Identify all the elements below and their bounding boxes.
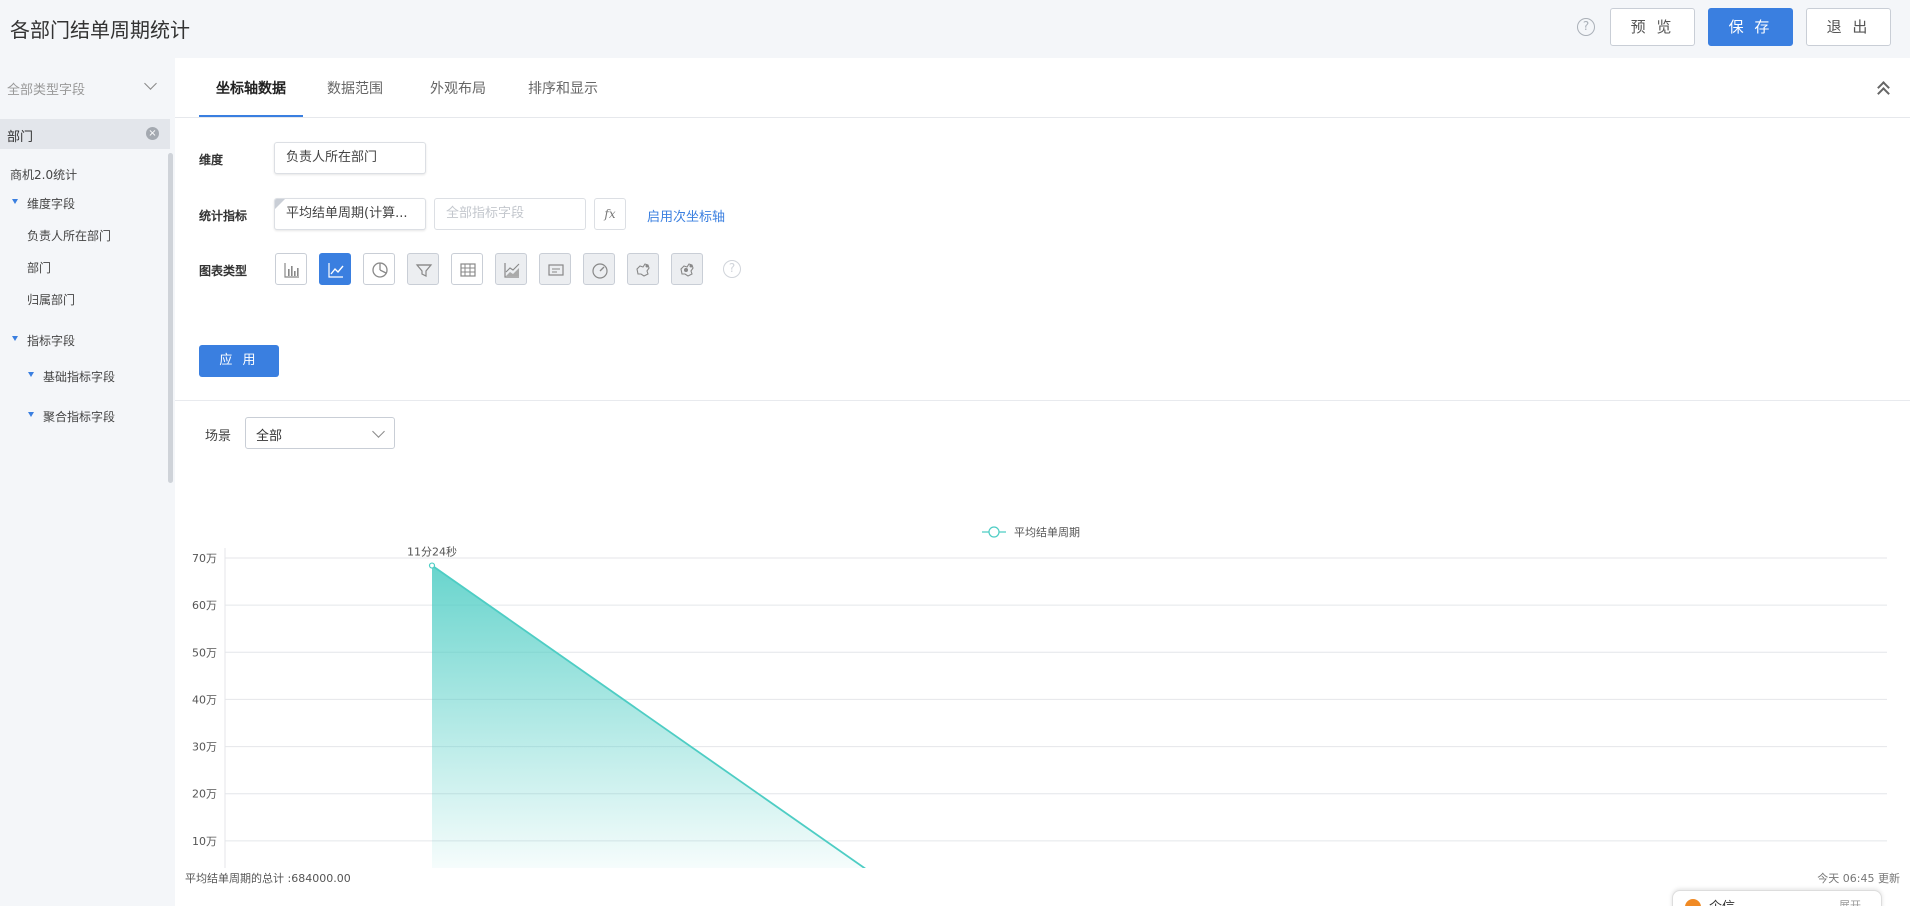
metric-label: 统计指标: [199, 209, 248, 223]
chart-legend[interactable]: 平均结单周期: [982, 526, 1080, 539]
formula-corner-icon: [275, 199, 285, 209]
apply-button[interactable]: 应 用: [199, 345, 279, 377]
area-chart-icon[interactable]: [495, 253, 527, 285]
caret-down-icon[interactable]: [28, 412, 34, 417]
tree-group-metric[interactable]: 指标字段: [27, 332, 75, 349]
messenger-title: 企信: [1709, 896, 1735, 906]
metric-field-value: 平均结单周期(计算...: [286, 206, 408, 221]
chart-type-help-icon[interactable]: ?: [723, 260, 741, 278]
y-tick-label: 70万: [192, 552, 217, 565]
tab-sort-display[interactable]: 排序和显示: [528, 78, 598, 98]
tree-subgroup-metric[interactable]: 聚合指标字段: [43, 408, 115, 425]
y-tick-label: 40万: [192, 693, 217, 706]
preview-button[interactable]: 预 览: [1610, 8, 1695, 46]
bar-chart-icon[interactable]: [275, 253, 307, 285]
tree-subgroup-metric[interactable]: 基础指标字段: [43, 368, 115, 385]
scene-select-value: 全部: [256, 429, 283, 444]
active-tab-indicator: [199, 115, 303, 117]
close-icon[interactable]: ×: [146, 127, 159, 140]
caret-down-icon[interactable]: [12, 336, 18, 341]
y-tick-label: 60万: [192, 599, 217, 612]
chart-type-label: 图表类型: [199, 264, 248, 278]
update-time: 今天 06:45 更新: [1817, 872, 1900, 885]
table-chart-icon[interactable]: [451, 253, 483, 285]
legend-label: 平均结单周期: [1014, 526, 1080, 539]
total-summary: 平均结单周期的总计 :684000.00: [185, 872, 351, 885]
metric-field[interactable]: 平均结单周期(计算...: [274, 198, 426, 230]
collapse-up-icon[interactable]: [1876, 80, 1892, 100]
y-tick-label: 20万: [192, 788, 217, 801]
formula-button[interactable]: fx: [594, 198, 626, 230]
card-chart-icon[interactable]: [539, 253, 571, 285]
gauge-chart-icon[interactable]: [583, 253, 615, 285]
page-title: 各部门结单周期统计: [10, 18, 190, 42]
chevron-down-icon: [372, 425, 385, 438]
caret-down-icon[interactable]: [28, 372, 34, 377]
data-point: [428, 562, 436, 569]
y-tick-label: 50万: [192, 646, 217, 659]
map-chart-icon[interactable]: [627, 253, 659, 285]
divider: [175, 400, 1910, 401]
caret-down-icon[interactable]: [12, 199, 18, 204]
y-tick-label: 30万: [192, 741, 217, 754]
tree-item-dimension[interactable]: 负责人所在部门: [27, 227, 111, 244]
chevron-down-icon: [144, 77, 157, 90]
dimension-label: 维度: [199, 153, 224, 167]
tab-axis-data[interactable]: 坐标轴数据: [216, 78, 286, 98]
scene-select[interactable]: 全部: [245, 417, 395, 449]
scene-label: 场景: [205, 429, 232, 444]
tree-item-dimension[interactable]: 归属部门: [27, 291, 75, 308]
line-chart-icon[interactable]: [319, 253, 351, 285]
tab-data-range[interactable]: 数据范围: [327, 78, 383, 98]
messenger-icon: [1685, 899, 1701, 906]
tree-root[interactable]: 商机2.0统计: [10, 166, 77, 183]
y-tick-label: 10万: [192, 835, 217, 848]
save-button[interactable]: 保 存: [1708, 8, 1793, 46]
metric-add-field[interactable]: 全部指标字段: [434, 198, 586, 230]
messenger-widget[interactable]: 企信 展开: [1672, 890, 1882, 906]
pie-chart-icon[interactable]: [363, 253, 395, 285]
field-type-select-value: 全部类型字段: [7, 83, 86, 98]
series-area: [432, 565, 865, 868]
exit-button[interactable]: 退 出: [1806, 8, 1891, 46]
selected-field-chip-label: 部门: [7, 130, 34, 145]
sidebar-scrollbar[interactable]: [168, 153, 173, 483]
help-icon[interactable]: ?: [1577, 18, 1595, 36]
messenger-expand[interactable]: 展开: [1839, 897, 1861, 906]
chart-series: [428, 562, 866, 868]
y-axis: 010万20万30万40万50万60万70万: [192, 552, 217, 848]
funnel-chart-icon[interactable]: [407, 253, 439, 285]
sidebar: 全部类型字段 部门 × 商机2.0统计 维度字段 负责人所在部门 部门 归属部门…: [0, 58, 175, 906]
map-bubble-chart-icon[interactable]: [671, 253, 703, 285]
line-chart: 平均结单周期 010万20万30万40万50万60万70万 产品部销售部UED市…: [192, 526, 1887, 868]
tree-item-dimension[interactable]: 部门: [27, 259, 51, 276]
dimension-field[interactable]: 负责人所在部门: [274, 142, 426, 174]
secondary-axis-link[interactable]: 启用次坐标轴: [647, 206, 725, 225]
header: 各部门结单周期统计 ? 预 览 保 存 退 出: [0, 0, 1910, 58]
selected-field-chip[interactable]: 部门 ×: [0, 119, 170, 149]
data-label: 11分24秒: [407, 545, 457, 559]
main-panel: 坐标轴数据 数据范围 外观布局 排序和显示 维度 负责人所在部门 统计指标 平均…: [175, 58, 1910, 906]
legend-marker: [988, 526, 1000, 538]
tab-appearance[interactable]: 外观布局: [430, 78, 486, 98]
tree-group-dimension[interactable]: 维度字段: [27, 195, 75, 212]
field-type-select[interactable]: 全部类型字段: [0, 70, 165, 104]
tab-bar: 坐标轴数据 数据范围 外观布局 排序和显示: [175, 58, 1910, 118]
